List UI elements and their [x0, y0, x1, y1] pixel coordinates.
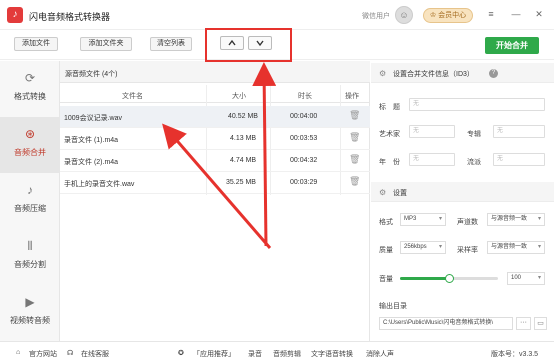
annotation-arrow [252, 62, 277, 247]
app-window: ♪ 闪电音频格式转换器 微信用户 ☺ ♔ 会员中心 ≡ — ✕ 添加文件 添加文… [0, 0, 554, 363]
annotation-arrow [162, 123, 272, 249]
annotation-arrows [162, 62, 277, 249]
